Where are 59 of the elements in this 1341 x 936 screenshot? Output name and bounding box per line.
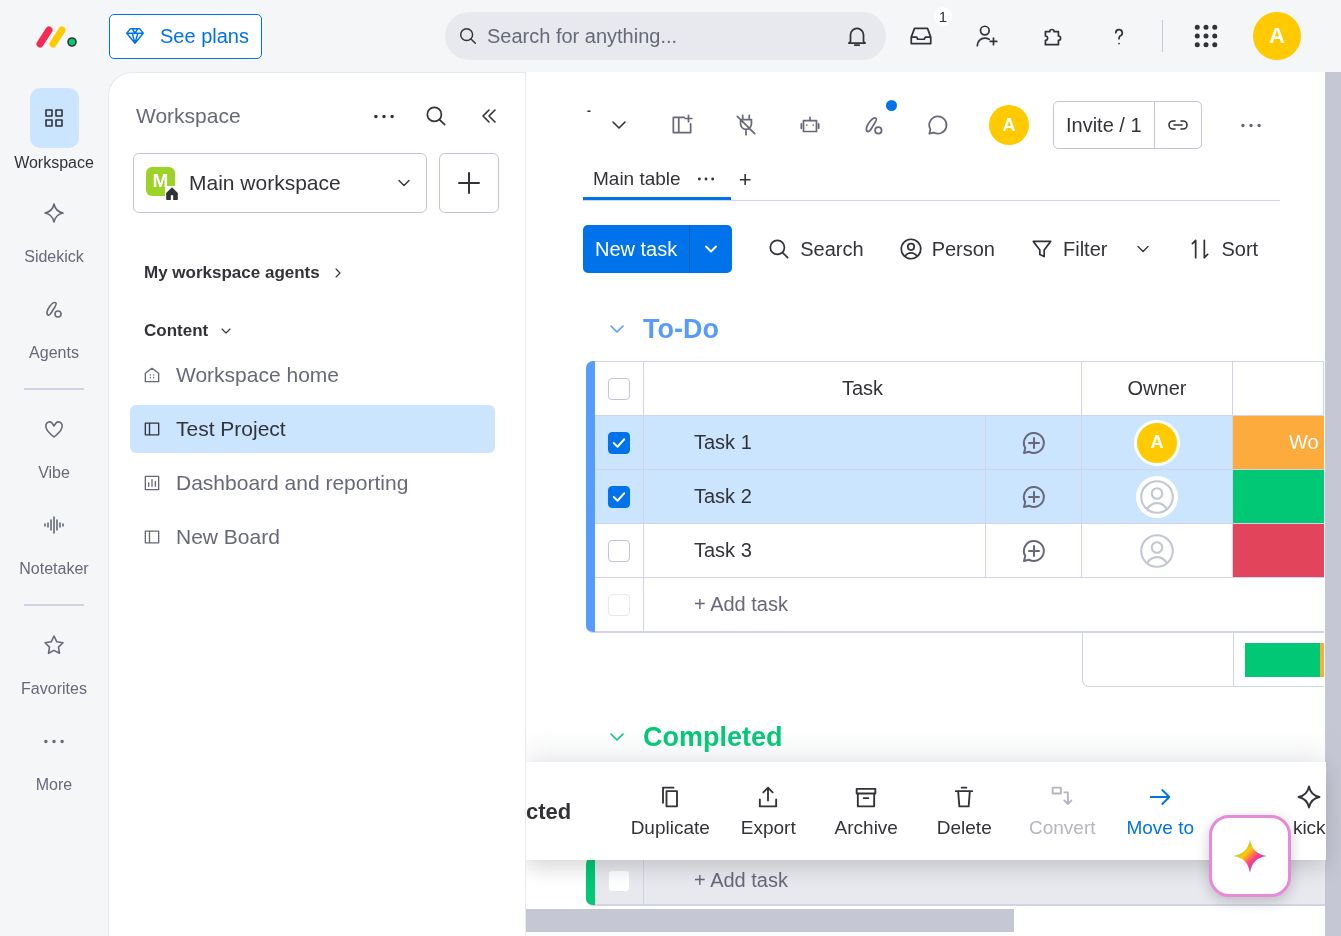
invite-person-icon[interactable] xyxy=(973,23,1000,49)
table-cell[interactable]: Task 1 xyxy=(694,431,752,454)
sidebar-item[interactable]: Test Project xyxy=(130,405,495,453)
rail-item[interactable]: Sidekick xyxy=(4,184,104,280)
checkbox[interactable] xyxy=(608,539,630,562)
rail-item[interactable]: Workspace xyxy=(4,88,104,184)
action-button[interactable]: kick xyxy=(1293,783,1326,839)
more-icon xyxy=(696,176,715,181)
sidebar-item[interactable]: Workspace home xyxy=(130,351,495,399)
sound-wave-icon xyxy=(42,513,66,537)
add-view-button[interactable]: + xyxy=(738,167,752,193)
action-button[interactable]: Delete xyxy=(915,783,1014,839)
action-button[interactable]: Move to xyxy=(1111,783,1210,839)
house-icon xyxy=(142,365,162,385)
more-icon xyxy=(43,738,65,744)
rail-item[interactable]: Vibe xyxy=(4,400,104,496)
rail-item[interactable]: More xyxy=(4,712,104,808)
action-button[interactable]: Export xyxy=(719,783,818,839)
group-color-bar xyxy=(586,857,595,905)
person-icon xyxy=(897,236,924,262)
workspace-dropdown[interactable]: M Main workspace xyxy=(133,153,427,213)
star-icon xyxy=(42,633,66,657)
diamond-icon xyxy=(124,25,146,47)
checkbox[interactable] xyxy=(608,485,630,508)
add-task-field[interactable]: + Add task xyxy=(644,578,1324,632)
search-input[interactable]: Search for anything... xyxy=(484,23,838,49)
chart-icon xyxy=(142,473,162,493)
see-plans-button[interactable]: See plans xyxy=(109,13,262,59)
more-icon[interactable] xyxy=(1239,122,1262,128)
horizontal-scrollbar[interactable] xyxy=(526,909,1014,932)
rail-item[interactable]: Favorites xyxy=(4,616,104,712)
more-icon[interactable] xyxy=(373,113,395,119)
rail-item[interactable]: Notetaker xyxy=(4,496,104,592)
toolbar-button[interactable]: Search xyxy=(766,236,864,262)
selected-count: cted xyxy=(526,799,572,825)
checkbox[interactable] xyxy=(608,431,630,454)
action-button[interactable]: Duplicate xyxy=(621,783,720,839)
table-cell[interactable]: Task 2 xyxy=(694,485,752,508)
grid-icon xyxy=(42,106,66,130)
toolbar-button[interactable]: Sort xyxy=(1187,236,1259,262)
toolbar-button[interactable]: Person xyxy=(897,236,995,262)
group-title[interactable]: To-Do xyxy=(643,313,719,345)
agents-link[interactable]: My workspace agents xyxy=(144,263,346,283)
sidebar-title: Workspace xyxy=(135,104,241,128)
search-field[interactable]: Search for anything... xyxy=(444,12,886,60)
rail-item[interactable]: Agents xyxy=(4,280,104,376)
notification-count: 1 xyxy=(933,7,952,26)
vertical-scrollbar[interactable] xyxy=(1325,72,1341,936)
sidebar-item[interactable]: Dashboard and reporting xyxy=(130,459,495,507)
sidebar-item[interactable]: New Board xyxy=(130,513,495,561)
add-button[interactable] xyxy=(439,153,499,213)
board-title: - xyxy=(587,104,591,118)
action-button[interactable]: Archive xyxy=(817,783,916,839)
sparkle-icon xyxy=(42,201,66,225)
toolbar-button[interactable]: Filter xyxy=(1029,236,1154,262)
view-tab[interactable]: Main table xyxy=(583,160,731,200)
table-cell[interactable]: Task 3 xyxy=(694,539,752,562)
content-section-toggle[interactable]: Content xyxy=(144,321,235,341)
checkbox[interactable] xyxy=(608,377,630,400)
